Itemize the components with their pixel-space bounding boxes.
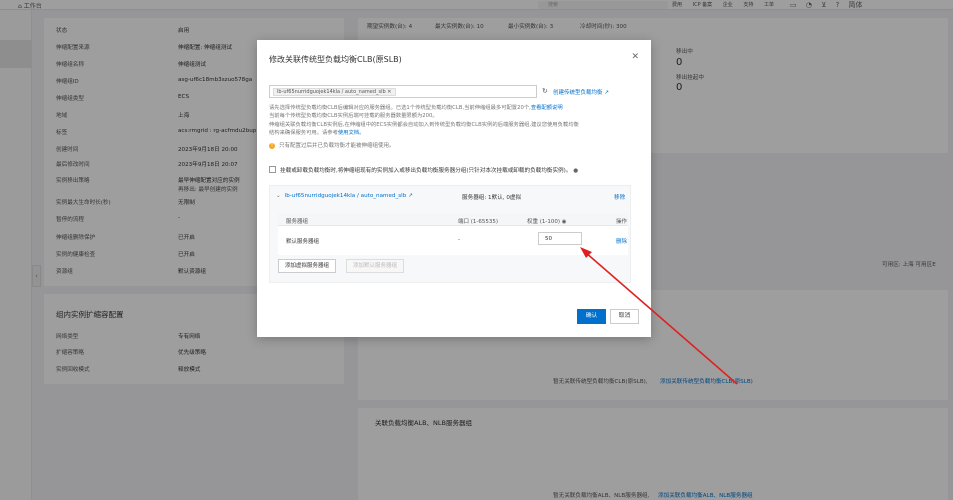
- chevron-down-icon[interactable]: ⌄: [276, 193, 281, 199]
- col-port: 端口 (1-65535): [458, 219, 499, 225]
- table-header: [278, 213, 628, 226]
- warning-note: ! 只有配置过后并已负载均衡才能被伸缩组使用。: [269, 141, 395, 149]
- edit-clb-dialog: 修改关联传统型负载均衡CLB(原SLB) ✕ lb-uf65nurridguoj…: [257, 40, 651, 337]
- desc-line-3: 伸缩组关联负载均衡CLB实例后,在伸缩组中的ECS实例都会自动加入到传统型负载均…: [269, 122, 579, 128]
- warning-icon: !: [269, 143, 275, 149]
- warning-text: 只有配置过后并已负载均衡才能被伸缩组使用。: [279, 143, 395, 149]
- clb-select-input[interactable]: lb-uf65nurridguojek14kla / auto_named_sl…: [269, 85, 537, 98]
- create-clb-link[interactable]: 创建传统型负载均衡 ↗: [553, 88, 609, 96]
- add-default-group-button[interactable]: 添加默认服务器组: [346, 259, 405, 273]
- clb-panel-header[interactable]: ⌄ lb-uf65nurridguojek14kla / auto_named_s…: [276, 193, 413, 199]
- cell-server-group: 默认服务器组: [286, 239, 320, 245]
- col-weight: 权重 (1-100) ◉: [527, 217, 567, 225]
- selected-clb-tag-label: lb-uf65nurridguojek14kla / auto_named_sl…: [277, 89, 386, 95]
- desc-line-4: 结构来确保服务可用。请参考使用文档。: [269, 128, 364, 136]
- info-icon[interactable]: ●: [573, 168, 578, 174]
- cell-port: -: [458, 237, 460, 243]
- close-icon[interactable]: ✕: [631, 52, 639, 62]
- col-weight-label: 权重 (1-100): [527, 219, 561, 225]
- server-group-table: 服务器组 端口 (1-65535) 权重 (1-100) ◉ 操作 默认服务器组…: [278, 213, 628, 255]
- docs-link[interactable]: 使用文档。: [338, 130, 365, 136]
- sync-instances-checkbox[interactable]: [269, 166, 276, 173]
- col-action: 操作: [616, 219, 628, 225]
- quota-link[interactable]: 查看配额说明: [531, 105, 563, 111]
- delete-row-button[interactable]: 删除: [616, 237, 627, 245]
- external-link-icon: ↗: [408, 193, 413, 199]
- clb-panel: ⌄ lb-uf65nurridguojek14kla / auto_named_s…: [269, 185, 631, 283]
- dialog-title: 修改关联传统型负载均衡CLB(原SLB): [269, 55, 402, 64]
- sync-instances-label: 挂载或卸载负载均衡时,将伸缩组现有的实例加入或移出负载均衡服务器分组(只针对本次…: [280, 166, 578, 174]
- remove-tag-icon[interactable]: ✕: [387, 89, 391, 95]
- server-group-count: 服务器组: 1默认, 0虚拟: [462, 195, 522, 201]
- clb-name-link[interactable]: lb-uf65nurridguojek14kla / auto_named_sl…: [285, 193, 407, 199]
- add-vgroup-button[interactable]: 添加虚拟服务器组: [278, 259, 337, 273]
- desc-text-4: 结构来确保服务可用。请参考: [269, 130, 338, 136]
- weight-input[interactable]: 50: [538, 232, 582, 245]
- desc-line-2: 当前每个传统型负载均衡CLB实例后端可挂载的服务器数量限额为200。: [269, 113, 438, 119]
- create-clb-label: 创建传统型负载均衡: [553, 90, 603, 96]
- sync-instances-text: 挂载或卸载负载均衡时,将伸缩组现有的实例加入或移出负载均衡服务器分组(只针对本次…: [280, 168, 572, 174]
- remove-clb-button[interactable]: 移除: [614, 193, 625, 201]
- col-server-group: 服务器组: [286, 219, 309, 225]
- selected-clb-tag: lb-uf65nurridguojek14kla / auto_named_sl…: [273, 88, 396, 96]
- external-link-icon: ↗: [604, 90, 609, 96]
- confirm-button[interactable]: 确认: [577, 309, 606, 324]
- desc-line-1: 请先选择传统型负载均衡CLB后编辑对应的服务器组。已选1个传统型负载均衡CLB,…: [269, 103, 563, 111]
- refresh-icon[interactable]: ↻: [542, 87, 548, 95]
- info-icon[interactable]: ◉: [562, 219, 567, 225]
- cancel-button[interactable]: 取消: [610, 309, 639, 324]
